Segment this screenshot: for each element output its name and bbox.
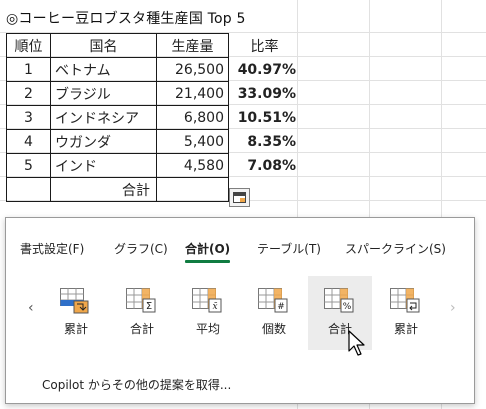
- tab-totals-label: 合計(O): [185, 242, 231, 256]
- header-name[interactable]: 国名: [50, 33, 157, 58]
- percent-total-row-icon: %: [324, 288, 354, 313]
- cell-production[interactable]: 21,400: [156, 81, 229, 106]
- copilot-suggestions-link[interactable]: Copilot からその他の提案を取得...: [42, 376, 231, 393]
- svg-text:#: #: [277, 302, 285, 312]
- tab-tables[interactable]: テーブル(T): [257, 240, 321, 257]
- tab-sparklines[interactable]: スパークライン(S): [345, 240, 446, 257]
- header-rank[interactable]: 順位: [6, 33, 51, 58]
- count-row-label: 個数: [261, 322, 286, 336]
- cell-name[interactable]: ベトナム: [50, 57, 157, 82]
- cell-total-value[interactable]: [156, 177, 229, 202]
- average-row-icon: x̄: [192, 288, 222, 313]
- cell-rank[interactable]: 3: [6, 105, 51, 130]
- tab-charts-label: グラフ(C): [114, 242, 168, 256]
- cell-rank[interactable]: 1: [6, 57, 51, 82]
- running-total-column-icon: [60, 288, 89, 314]
- cell-production[interactable]: 4,580: [156, 153, 229, 178]
- count-row-button[interactable]: # 個数: [242, 276, 306, 350]
- header-production[interactable]: 生産量: [156, 33, 229, 58]
- cell-total-blank[interactable]: [6, 177, 51, 202]
- mouse-cursor-icon: [348, 330, 365, 356]
- svg-text:Σ: Σ: [146, 301, 152, 312]
- scroll-right-arrow-icon[interactable]: ›: [450, 300, 456, 316]
- cell-name[interactable]: ウガンダ: [50, 129, 157, 154]
- quick-analysis-popup: 書式設定(F) グラフ(C) 合計(O) テーブル(T) スパークライン(S) …: [5, 217, 475, 404]
- running-total-column-button[interactable]: 累計: [44, 276, 108, 350]
- tab-formatting[interactable]: 書式設定(F): [20, 240, 84, 257]
- tab-totals[interactable]: 合計(O): [185, 240, 231, 263]
- cell-name[interactable]: ブラジル: [50, 81, 157, 106]
- cell-ratio[interactable]: 10.51%: [229, 106, 301, 130]
- svg-text:x̄: x̄: [212, 302, 217, 312]
- quick-analysis-icon: [233, 192, 246, 203]
- quick-analysis-button[interactable]: [229, 188, 250, 207]
- tab-charts[interactable]: グラフ(C): [114, 240, 168, 257]
- average-row-button[interactable]: x̄ 平均: [176, 276, 240, 350]
- tab-sparklines-label: スパークライン(S): [345, 242, 446, 256]
- cell-production[interactable]: 6,800: [156, 105, 229, 130]
- count-row-icon: #: [258, 288, 288, 313]
- quick-analysis-tabs: 書式設定(F) グラフ(C) 合計(O) テーブル(T) スパークライン(S): [6, 240, 474, 266]
- scroll-left-arrow-icon[interactable]: ‹: [28, 300, 34, 316]
- table-row: 1 ベトナム 26,500 40.97%: [6, 57, 301, 82]
- running-total-row-icon: [390, 288, 420, 313]
- active-tab-indicator: [185, 260, 231, 263]
- header-row: 順位 国名 生産量 比率: [6, 33, 301, 58]
- table-row: 5 インド 4,580 7.08%: [6, 153, 301, 178]
- tab-formatting-label: 書式設定(F): [20, 242, 85, 256]
- sum-row-button[interactable]: Σ 合計: [110, 276, 174, 350]
- data-table: 順位 国名 生産量 比率 1 ベトナム 26,500 40.97% 2 ブラジル…: [6, 33, 301, 202]
- running-total-row-label: 累計: [393, 322, 418, 336]
- table-row: 3 インドネシア 6,800 10.51%: [6, 105, 301, 130]
- sum-row-label: 合計: [129, 322, 154, 336]
- cell-ratio[interactable]: 7.08%: [229, 154, 301, 178]
- cell-production[interactable]: 26,500: [156, 57, 229, 82]
- cell-ratio[interactable]: 33.09%: [229, 82, 301, 106]
- sheet-title: ◎コーヒー豆ロブスタ種生産国 Top 5: [6, 11, 246, 27]
- header-ratio[interactable]: 比率: [229, 34, 301, 58]
- cell-rank[interactable]: 2: [6, 81, 51, 106]
- cell-ratio[interactable]: 40.97%: [229, 58, 301, 82]
- table-row: 4 ウガンダ 5,400 8.35%: [6, 129, 301, 154]
- sum-row-icon: Σ: [126, 288, 156, 313]
- cell-production[interactable]: 5,400: [156, 129, 229, 154]
- cell-rank[interactable]: 5: [6, 153, 51, 178]
- running-total-row-button[interactable]: 累計: [374, 276, 438, 350]
- tab-tables-label: テーブル(T): [257, 242, 321, 256]
- svg-text:%: %: [343, 302, 352, 312]
- total-row: 合計: [6, 177, 301, 202]
- cell-name[interactable]: インドネシア: [50, 105, 157, 130]
- running-total-column-label: 累計: [63, 322, 88, 336]
- cell-rank[interactable]: 4: [6, 129, 51, 154]
- table-row: 2 ブラジル 21,400 33.09%: [6, 81, 301, 106]
- cell-ratio[interactable]: 8.35%: [229, 130, 301, 154]
- average-row-label: 平均: [195, 322, 220, 336]
- cell-total-label[interactable]: 合計: [50, 177, 157, 202]
- cell-name[interactable]: インド: [50, 153, 157, 178]
